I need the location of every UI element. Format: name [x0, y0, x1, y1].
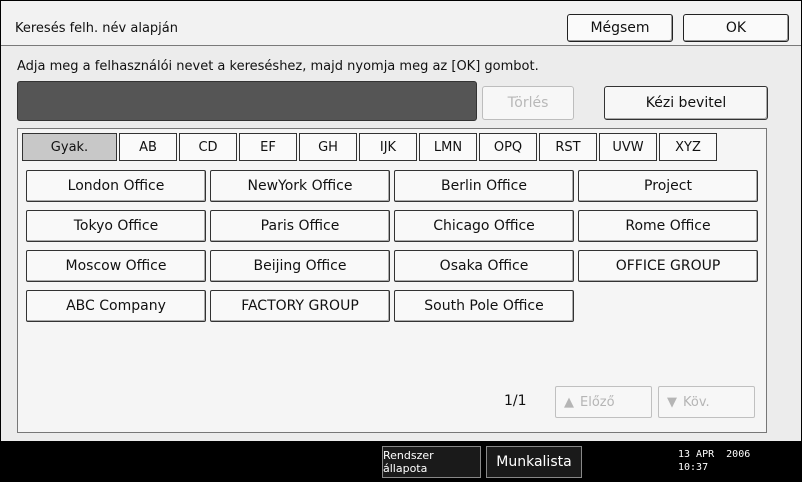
destination-button[interactable]: Paris Office — [210, 210, 390, 242]
tab-ab[interactable]: AB — [119, 133, 177, 161]
destination-button[interactable]: Tokyo Office — [26, 210, 206, 242]
destination-button[interactable]: NewYork Office — [210, 170, 390, 202]
destination-button[interactable]: Moscow Office — [26, 250, 206, 282]
tab-xyz[interactable]: XYZ — [659, 133, 717, 161]
destination-button[interactable]: Chicago Office — [394, 210, 574, 242]
destination-button[interactable]: London Office — [26, 170, 206, 202]
system-status-button[interactable]: Rendszer állapota — [382, 446, 481, 478]
tab-row: Gyak. AB CD EF GH IJK LMN OPQ RST UVW XY… — [22, 133, 719, 161]
destination-button[interactable]: South Pole Office — [394, 290, 574, 322]
cancel-button[interactable]: Mégsem — [567, 14, 673, 42]
manual-input-button[interactable]: Kézi bevitel — [604, 86, 768, 120]
destination-button[interactable]: OFFICE GROUP — [578, 250, 758, 282]
tab-cd[interactable]: CD — [179, 133, 237, 161]
destination-button[interactable]: Beijing Office — [210, 250, 390, 282]
user-name-search-input[interactable] — [17, 81, 477, 121]
date-text: 13 APR 2006 — [678, 449, 751, 460]
previous-page-button[interactable]: ▲ Előző — [555, 386, 652, 418]
tab-gh[interactable]: GH — [299, 133, 357, 161]
header-bar: Keresés felh. név alapján Mégsem OK — [1, 1, 801, 46]
tab-rst[interactable]: RST — [539, 133, 597, 161]
next-page-label: Köv. — [683, 394, 710, 410]
tab-ef[interactable]: EF — [239, 133, 297, 161]
destination-button[interactable]: Project — [578, 170, 758, 202]
destination-button[interactable]: ABC Company — [26, 290, 206, 322]
previous-page-label: Előző — [580, 394, 615, 410]
time-text: 10:37 — [678, 462, 709, 473]
destination-panel: Gyak. AB CD EF GH IJK LMN OPQ RST UVW XY… — [17, 128, 767, 433]
tab-lmn[interactable]: LMN — [419, 133, 477, 161]
triangle-up-icon: ▲ — [564, 394, 574, 410]
ok-button[interactable]: OK — [683, 14, 789, 42]
page-indicator: 1/1 — [504, 393, 527, 409]
status-bar: Rendszer állapota Munkalista 13 APR 2006… — [0, 442, 802, 482]
destination-grid: London Office NewYork Office Berlin Offi… — [26, 170, 758, 322]
triangle-down-icon: ▼ — [667, 394, 677, 410]
screen: Keresés felh. név alapján Mégsem OK Adja… — [0, 0, 802, 442]
clear-button[interactable]: Törlés — [482, 86, 574, 120]
instruction-text: Adja meg a felhasználói nevet a keresésh… — [17, 59, 539, 74]
tab-frequent[interactable]: Gyak. — [22, 133, 117, 161]
job-list-button[interactable]: Munkalista — [486, 446, 582, 478]
date-time-display: 13 APR 2006 10:37 — [678, 448, 750, 474]
destination-button[interactable]: Rome Office — [578, 210, 758, 242]
page-title: Keresés felh. név alapján — [15, 21, 178, 36]
destination-button[interactable]: FACTORY GROUP — [210, 290, 390, 322]
destination-button[interactable]: Osaka Office — [394, 250, 574, 282]
destination-button[interactable]: Berlin Office — [394, 170, 574, 202]
tab-ijk[interactable]: IJK — [359, 133, 417, 161]
tab-opq[interactable]: OPQ — [479, 133, 537, 161]
next-page-button[interactable]: ▼ Köv. — [658, 386, 755, 418]
tab-uvw[interactable]: UVW — [599, 133, 657, 161]
